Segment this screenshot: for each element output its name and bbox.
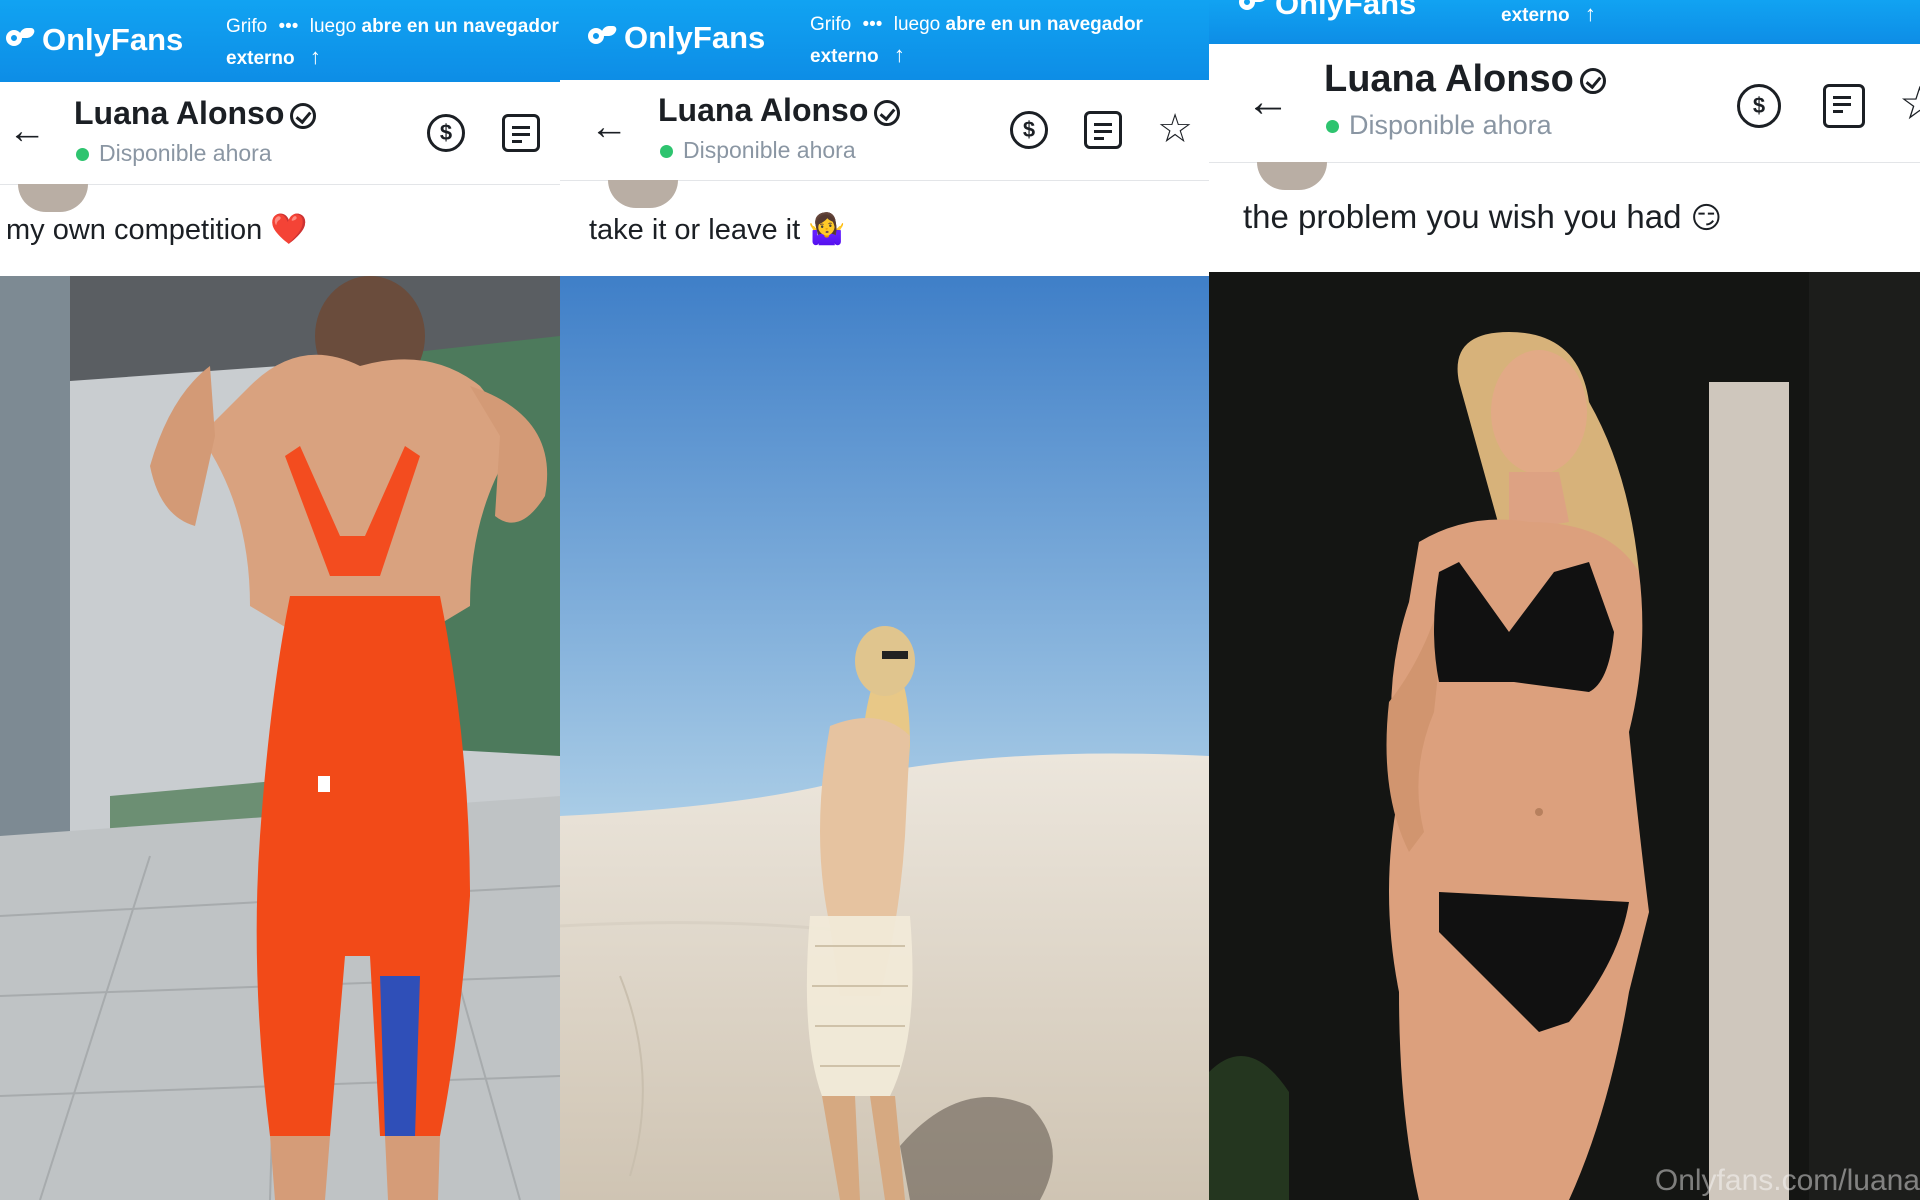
chat-header: ← Luana Alonso Disponible ahora $ — [0, 82, 560, 185]
message-square-icon[interactable] — [1823, 84, 1865, 128]
hint-external: externo — [810, 46, 879, 67]
swimmer-photo-illustration — [0, 276, 560, 1200]
online-status: Disponible ahora — [660, 137, 856, 164]
online-status: Disponible ahora — [76, 140, 272, 167]
chat-header: ← Luana Alonso Disponible ahora $ ☆ — [1209, 44, 1920, 163]
caption-text: take it or leave it — [589, 214, 801, 246]
browser-hint-line-1: Grifo ••• luego abre en un navegador — [226, 12, 559, 42]
post-photo[interactable] — [0, 276, 560, 1200]
onlyfans-logo-icon — [6, 28, 36, 52]
avatar[interactable] — [608, 180, 678, 208]
post-caption: my own competition ❤️ — [6, 212, 308, 247]
star-outline-icon[interactable]: ☆ — [1156, 109, 1194, 149]
online-dot-icon — [76, 148, 89, 162]
creator-name[interactable]: Luana Alonso — [74, 95, 317, 132]
online-dot-icon — [1326, 120, 1339, 134]
dollar-circle-icon[interactable]: $ — [427, 114, 465, 152]
screenshot-panel-1: OnlyFans Grifo ••• luego abre en un nave… — [0, 0, 560, 1200]
hint-then-word: luego — [309, 16, 357, 37]
arrow-up-icon: ↑ — [1584, 1, 1596, 26]
brand-name: OnlyFans — [1275, 0, 1417, 21]
open-in-browser-banner: OnlyFans Grifo ••• luego abre en un nave… — [0, 0, 560, 82]
brand-name: OnlyFans — [624, 20, 766, 55]
creator-name-text: Luana Alonso — [658, 92, 869, 128]
star-outline-icon[interactable]: ☆ — [1899, 80, 1920, 126]
screenshot-panel-2: OnlyFans Grifo ••• luego abre en un nave… — [560, 0, 1209, 1200]
browser-hint-line-2: externo ↑ — [1501, 0, 1596, 31]
more-dots-icon: ••• — [862, 14, 883, 35]
creator-name[interactable]: Luana Alonso — [658, 92, 901, 129]
online-dot-icon — [660, 145, 673, 159]
heart-emoji: ❤️ — [270, 213, 308, 246]
back-arrow-icon[interactable]: ← — [1246, 80, 1290, 124]
creator-name-text: Luana Alonso — [1324, 58, 1574, 100]
onlyfans-logo-icon — [588, 26, 618, 50]
status-text: Disponible ahora — [99, 140, 272, 166]
screenshot-panel-3: OnlyFans externo ↑ ← Luana Alonso Dispon… — [1209, 0, 1920, 1200]
browser-hint-line-1: Grifo ••• luego abre en un navegador — [810, 10, 1143, 40]
hint-open-in-browser: abre en un navegador — [361, 16, 559, 37]
brand-name: OnlyFans — [42, 22, 184, 57]
status-text: Disponible ahora — [683, 137, 856, 163]
avatar[interactable] — [18, 184, 88, 212]
watermark: Onlyfans.com/luana — [1654, 1164, 1920, 1197]
message-square-icon[interactable] — [1084, 111, 1122, 149]
chat-header: ← Luana Alonso Disponible ahora $ ☆ — [560, 80, 1209, 181]
avatar[interactable] — [1257, 162, 1327, 190]
bikini-photo-illustration — [1209, 272, 1920, 1200]
post-caption: take it or leave it 🤷‍♀️ — [589, 212, 846, 247]
desert-photo-illustration — [560, 276, 1209, 1200]
onlyfans-logo-icon — [1239, 0, 1269, 16]
back-arrow-icon[interactable]: ← — [8, 112, 46, 150]
onlyfans-logo[interactable]: OnlyFans — [588, 20, 765, 56]
more-dots-icon: ••• — [278, 16, 299, 37]
open-in-browser-banner: OnlyFans externo ↑ — [1209, 0, 1920, 44]
dollar-circle-icon[interactable]: $ — [1737, 84, 1781, 128]
post-caption: the problem you wish you had 😏 — [1243, 198, 1722, 236]
status-text: Disponible ahora — [1349, 110, 1552, 140]
creator-name[interactable]: Luana Alonso — [1324, 58, 1606, 101]
online-status: Disponible ahora — [1326, 110, 1552, 141]
onlyfans-logo[interactable]: OnlyFans — [1239, 0, 1416, 22]
smirk-emoji: 😏 — [1690, 202, 1722, 235]
verified-badge-icon — [290, 102, 317, 129]
post-photo[interactable] — [560, 276, 1209, 1200]
caption-text: my own competition — [6, 214, 263, 246]
hint-open-in-browser: abre en un navegador — [945, 14, 1143, 35]
creator-name-text: Luana Alonso — [74, 95, 285, 131]
hint-tap-word: Grifo — [810, 14, 852, 35]
hint-tap-word: Grifo — [226, 16, 268, 37]
verified-badge-icon — [1579, 67, 1606, 94]
message-square-icon[interactable] — [502, 114, 540, 152]
onlyfans-logo[interactable]: OnlyFans — [6, 22, 183, 58]
hint-external: externo — [1501, 5, 1570, 26]
open-in-browser-banner: OnlyFans Grifo ••• luego abre en un nave… — [560, 0, 1209, 80]
hint-then-word: luego — [893, 14, 941, 35]
caption-text: the problem you wish you had — [1243, 198, 1682, 235]
post-photo[interactable] — [1209, 272, 1920, 1200]
hint-external: externo — [226, 48, 295, 69]
back-arrow-icon[interactable]: ← — [590, 108, 628, 146]
arrow-up-icon: ↑ — [309, 44, 321, 69]
browser-hint-line-2: externo ↑ — [226, 42, 321, 74]
dollar-circle-icon[interactable]: $ — [1010, 111, 1048, 149]
arrow-up-icon: ↑ — [893, 42, 905, 67]
browser-hint-line-2: externo ↑ — [810, 40, 905, 72]
verified-badge-icon — [874, 99, 901, 126]
shrug-emoji: 🤷‍♀️ — [808, 213, 846, 246]
